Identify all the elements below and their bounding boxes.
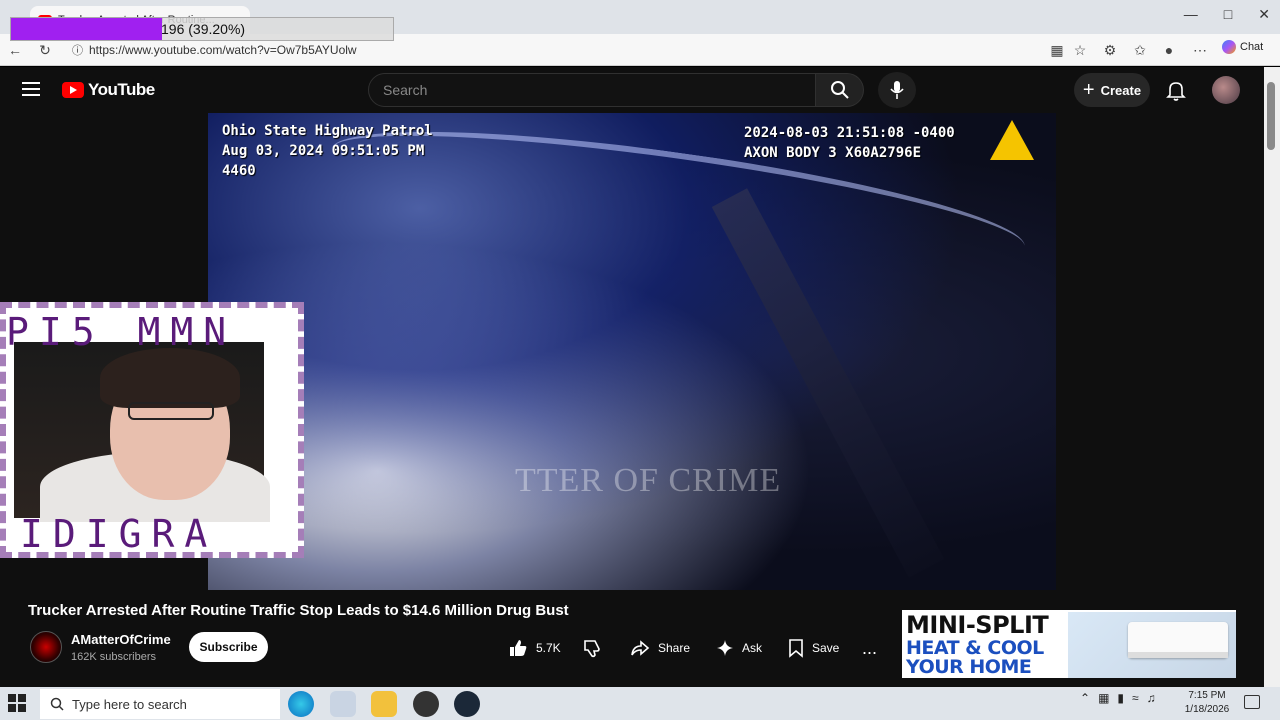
steam-icon[interactable]	[454, 691, 480, 717]
file-viewer-icon[interactable]	[330, 691, 356, 717]
app-available-icon[interactable]: ▦	[1046, 39, 1068, 61]
tray-overflow-icon[interactable]: ⌃	[1080, 691, 1090, 705]
thumbs-down-icon	[584, 640, 600, 658]
file-explorer-icon[interactable]	[371, 691, 397, 717]
clock-date: 1/18/2026	[1184, 704, 1230, 715]
share-button[interactable]: Share	[630, 632, 690, 664]
page-scrollbar[interactable]	[1264, 67, 1280, 687]
more-actions-icon: ...	[862, 637, 878, 658]
window-controls: — □ ✕	[1184, 6, 1270, 23]
channel-avatar[interactable]	[30, 631, 62, 663]
minimize-icon[interactable]: —	[1184, 6, 1198, 23]
scrollbar-thumb[interactable]	[1267, 82, 1275, 150]
tray-mic-icon[interactable]: ▮	[1117, 691, 1124, 705]
favorite-star-icon[interactable]: ☆	[1069, 39, 1091, 61]
webcam-glitch-border	[0, 302, 304, 558]
progress-overlay: 196 (39.20%)	[10, 17, 394, 41]
search-button[interactable]	[816, 73, 864, 107]
extensions-icon[interactable]: ⚙	[1099, 39, 1121, 61]
share-icon	[631, 640, 650, 656]
bell-icon	[1166, 82, 1186, 101]
taskbar-search-icon	[50, 697, 64, 711]
hamburger-menu-icon[interactable]	[22, 82, 40, 96]
system-tray: ⌃ ▦ ▮ ≈ ♫	[1080, 691, 1156, 705]
bodycam-overlay-right: 2024-08-03 21:51:08 -0400 AXON BODY 3 X60…	[744, 123, 955, 163]
youtube-logo-text: YouTube	[88, 80, 155, 99]
streamer-webcam: PI5 MMN IDIGRA	[0, 302, 304, 558]
more-actions-button[interactable]: ...	[862, 632, 877, 664]
chat-label: Chat	[1240, 41, 1264, 53]
voice-search-button[interactable]	[878, 72, 916, 108]
notification-center-icon[interactable]	[1244, 695, 1260, 709]
agency-name: Ohio State Highway Patrol	[222, 123, 433, 139]
ad-headline: MINI-SPLIT	[906, 611, 1049, 639]
bodycam-overlay-left: Ohio State Highway Patrol Aug 03, 2024 09…	[222, 121, 433, 181]
channel-name[interactable]: AMatterOfCrime	[71, 632, 171, 647]
search-box	[368, 73, 816, 107]
share-label: Share	[658, 641, 691, 655]
bodycam-timestamp: 2024-08-03 21:51:08 -0400	[744, 125, 955, 141]
save-label: Save	[812, 641, 840, 655]
ask-label: Ask	[742, 641, 763, 655]
video-player[interactable]	[208, 113, 1056, 590]
tray-volume-icon[interactable]: ♫	[1147, 691, 1156, 705]
video-title: Trucker Arrested After Routine Traffic S…	[28, 602, 569, 619]
more-options-icon[interactable]: ⋯	[1189, 39, 1211, 61]
copilot-chat-button[interactable]: Chat	[1222, 40, 1263, 54]
windows-start-icon[interactable]	[8, 694, 26, 712]
refresh-icon[interactable]: ↻	[34, 39, 56, 61]
close-icon[interactable]: ✕	[1258, 6, 1270, 23]
site-info-icon[interactable]: ⓘ	[72, 42, 83, 58]
axon-logo-icon	[990, 120, 1034, 160]
dislike-button[interactable]	[582, 632, 602, 664]
ad-ac-vent	[1128, 652, 1228, 658]
clock-time: 7:15 PM	[1188, 690, 1226, 701]
search-input[interactable]	[383, 82, 815, 98]
bodycam-datetime: Aug 03, 2024 09:51:05 PM	[222, 143, 425, 159]
sparkle-icon	[717, 640, 733, 656]
favorites-icon[interactable]: ✩	[1129, 39, 1151, 61]
profile-icon[interactable]: ●	[1158, 39, 1180, 61]
ask-button[interactable]: Ask	[716, 632, 762, 664]
maximize-icon[interactable]: □	[1224, 6, 1232, 23]
tray-network-icon[interactable]: ▦	[1098, 691, 1109, 705]
subscribe-button[interactable]: Subscribe	[189, 632, 268, 662]
create-label: Create	[1100, 82, 1142, 98]
like-count: 5.7K	[536, 641, 561, 655]
back-icon[interactable]: ←	[4, 39, 26, 61]
bodycam-device-id: AXON BODY 3 X60A2796E	[744, 145, 922, 161]
video-watermark: TTER OF CRIME	[515, 462, 782, 499]
url-text: https://www.youtube.com/watch?v=Ow7b5AYU…	[89, 43, 357, 57]
ad-air-conditioner-image	[1068, 612, 1236, 678]
search-icon	[830, 81, 849, 99]
progress-fill	[11, 18, 162, 40]
save-button[interactable]: Save	[788, 632, 839, 664]
ad-subline-2: YOUR HOME	[906, 656, 1032, 678]
url-field[interactable]: ⓘ https://www.youtube.com/watch?v=Ow7b5A…	[68, 39, 398, 61]
taskbar-search-placeholder: Type here to search	[72, 696, 187, 712]
bookmark-icon	[789, 639, 803, 658]
plus-icon: +	[1082, 79, 1095, 101]
microphone-icon	[890, 81, 904, 99]
tray-wifi-icon[interactable]: ≈	[1132, 691, 1139, 705]
edge-browser-icon[interactable]	[288, 691, 314, 717]
copilot-icon	[1222, 40, 1236, 54]
account-avatar[interactable]	[1212, 76, 1240, 104]
youtube-play-icon	[62, 82, 84, 98]
youtube-logo[interactable]: YouTube	[62, 80, 155, 100]
taskbar-clock[interactable]: 7:15 PM 1/18/2026	[1180, 689, 1234, 717]
notifications-button[interactable]	[1164, 78, 1188, 102]
progress-text: 196 (39.20%)	[161, 21, 246, 37]
obs-studio-icon[interactable]	[413, 691, 439, 717]
taskbar-search-field[interactable]: Type here to search	[40, 689, 280, 719]
unit-number: 4460	[222, 163, 256, 179]
create-button[interactable]: + Create	[1074, 73, 1150, 107]
like-button[interactable]: 5.7K	[508, 632, 561, 664]
subscriber-count: 162K subscribers	[71, 651, 156, 663]
thumbs-up-icon	[510, 640, 527, 656]
